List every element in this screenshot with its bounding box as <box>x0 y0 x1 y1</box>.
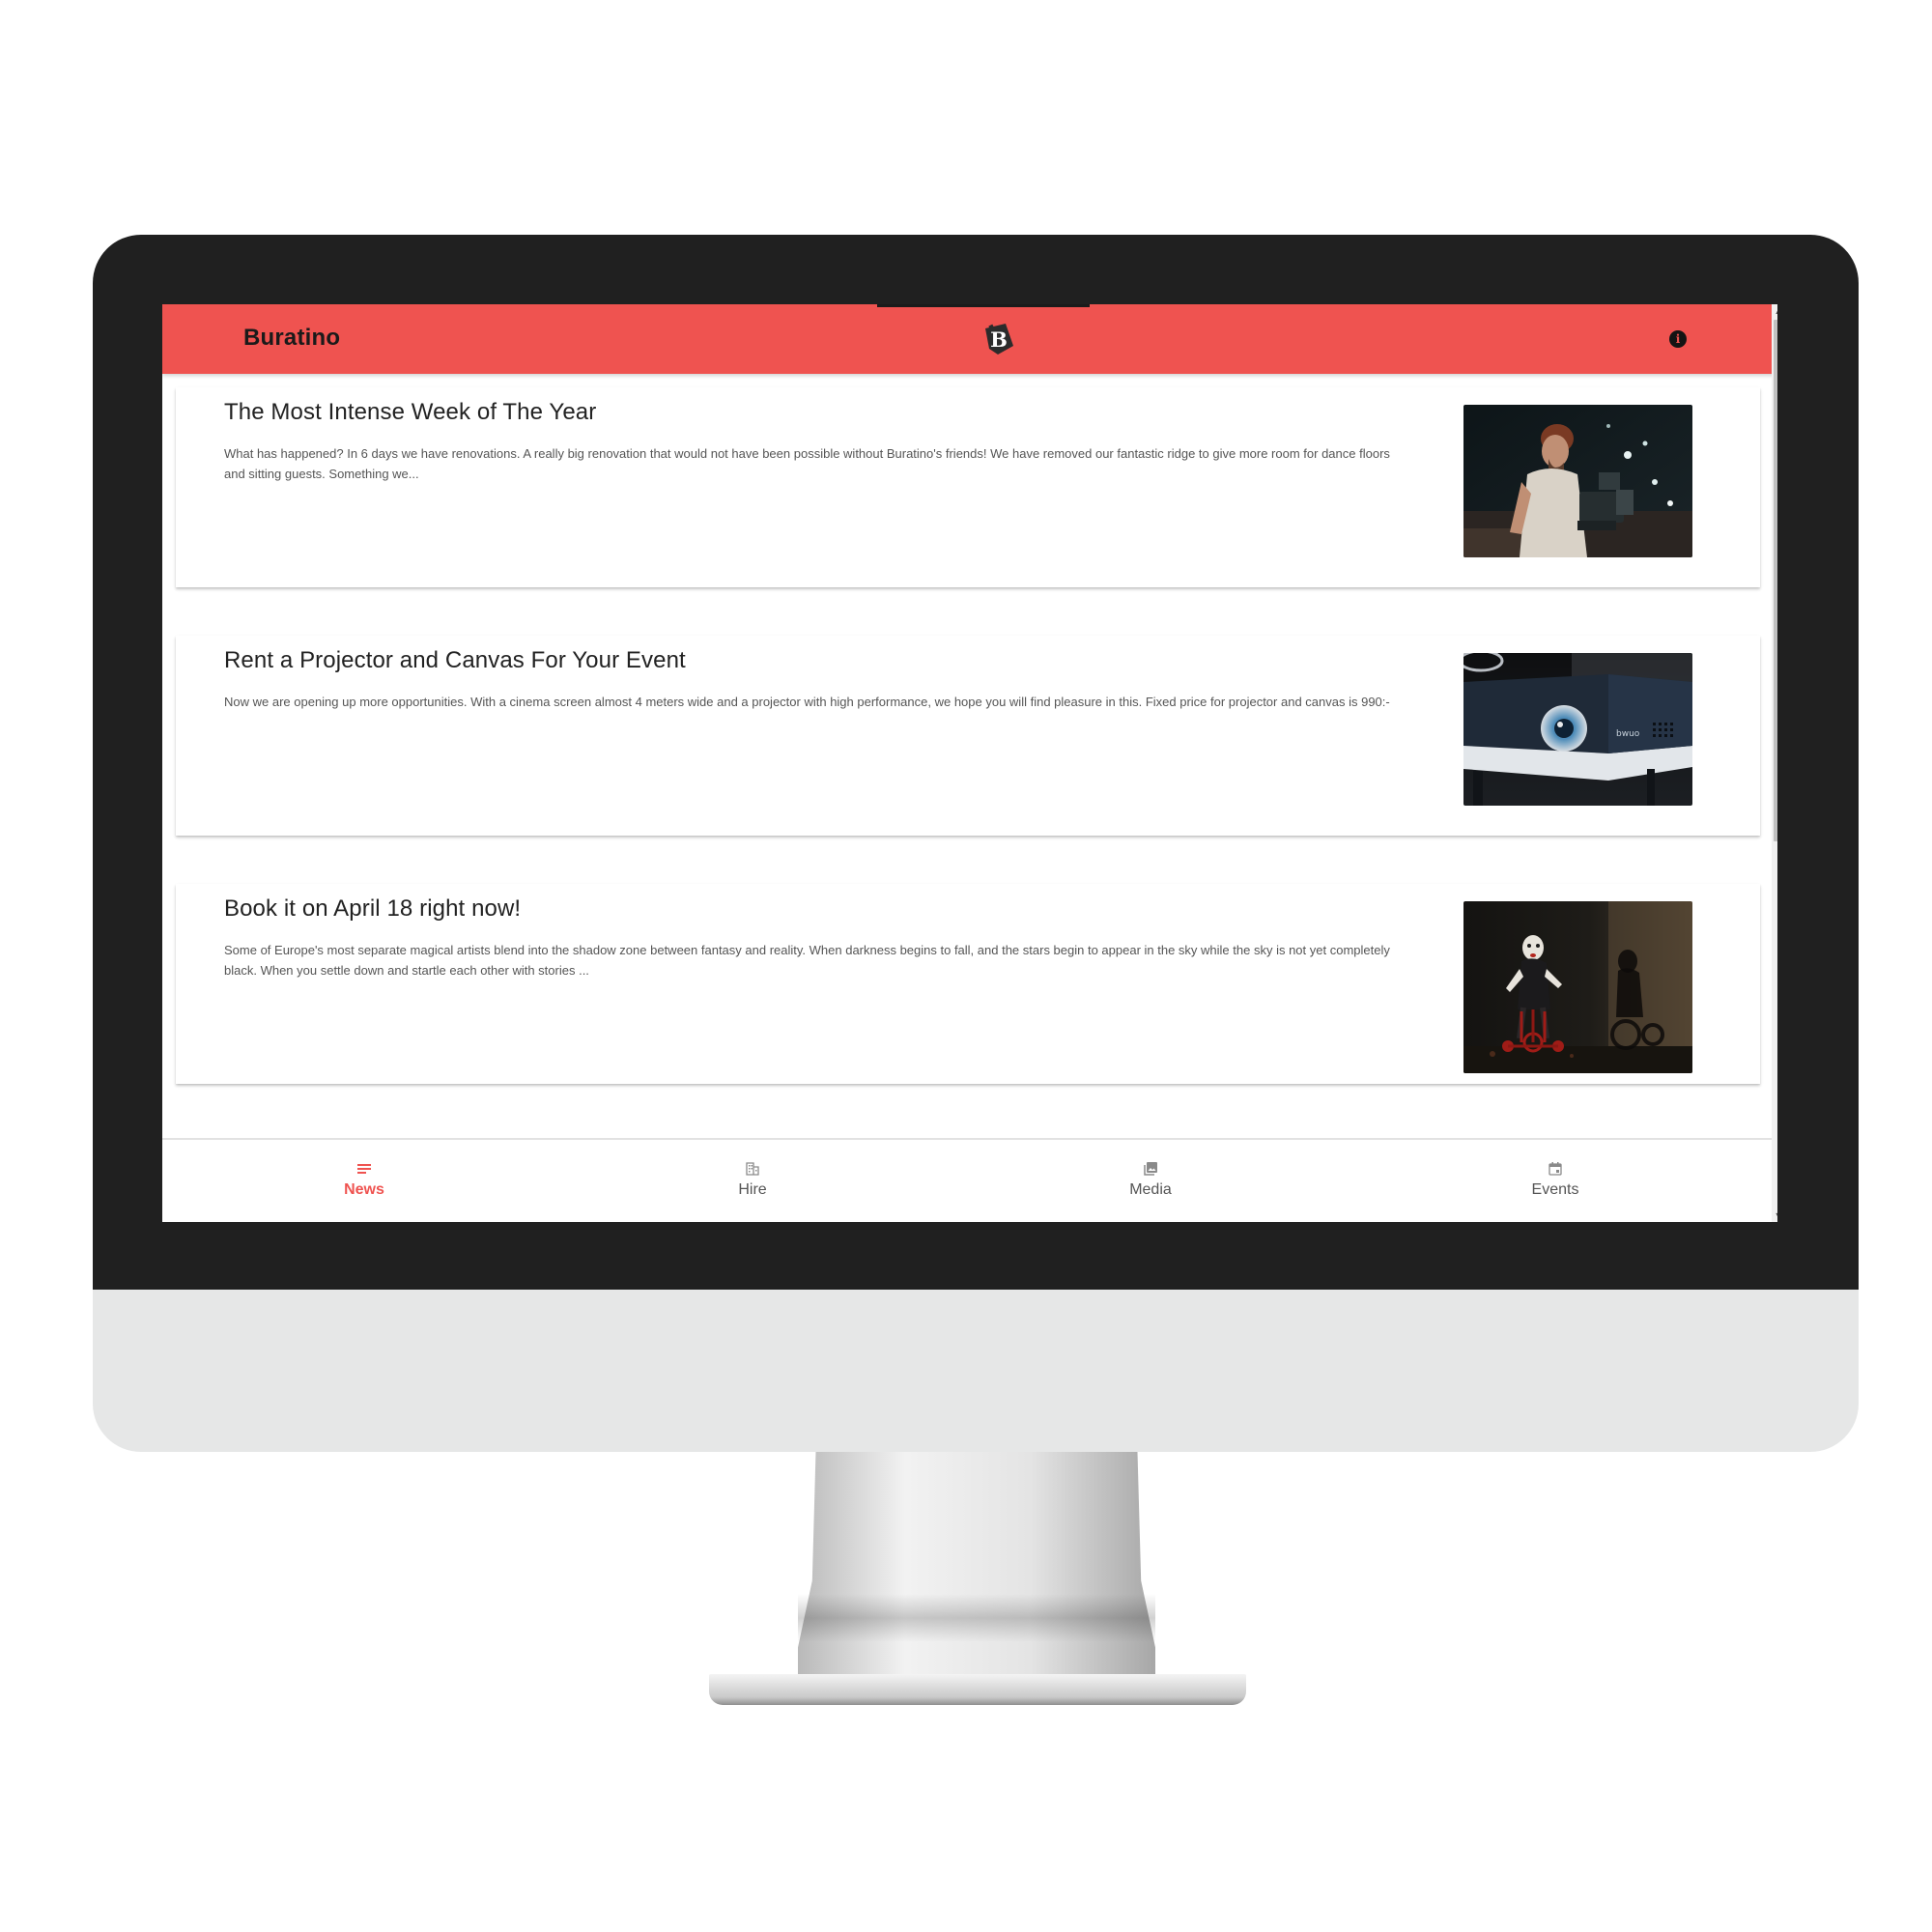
nav-label-hire: Hire <box>738 1181 767 1198</box>
news-card-excerpt: Now we are opening up more opportunities… <box>224 695 1390 709</box>
scroll-down-arrow-icon[interactable]: ▼ <box>1772 1208 1777 1222</box>
projector-brand: bwuo <box>1616 729 1640 739</box>
projector-photo[interactable]: bwuo <box>1463 653 1692 806</box>
nav-tab-media[interactable]: Media <box>1093 1140 1208 1222</box>
news-card[interactable]: The Most Intense Week of The Year What h… <box>176 387 1760 587</box>
nav-tab-hire[interactable]: Hire <box>695 1140 810 1222</box>
nav-tab-news[interactable]: News <box>306 1140 422 1222</box>
calendar-icon <box>1548 1162 1562 1176</box>
photo-library-icon <box>1144 1162 1157 1176</box>
vertical-scrollbar[interactable]: ▲ ▼ <box>1772 304 1777 1222</box>
camera-strip <box>877 304 1090 307</box>
svg-text:B: B <box>990 327 1008 352</box>
bottom-navigation: News Hire Media Events <box>162 1138 1777 1222</box>
buratino-logo-icon[interactable]: B <box>980 320 1018 358</box>
nav-label-news: News <box>344 1181 384 1198</box>
news-list: The Most Intense Week of The Year What h… <box>162 374 1777 1185</box>
building-icon <box>746 1162 759 1176</box>
puppet-on-tricycle-photo[interactable] <box>1463 901 1692 1073</box>
news-card-excerpt: What has happened? In 6 days we have ren… <box>224 446 1390 481</box>
list-icon <box>357 1164 371 1174</box>
man-with-camera-photo[interactable] <box>1463 405 1692 557</box>
app-screen: Buratino B i The Most Intense Week of Th… <box>162 304 1777 1222</box>
scroll-up-arrow-icon[interactable]: ▲ <box>1772 304 1777 318</box>
app-title[interactable]: Buratino <box>243 325 340 352</box>
scrollbar-thumb[interactable] <box>1774 320 1777 841</box>
news-card-title[interactable]: Rent a Projector and Canvas For Your Eve… <box>224 647 686 674</box>
info-icon[interactable]: i <box>1669 330 1687 348</box>
news-card[interactable]: Rent a Projector and Canvas For Your Eve… <box>176 636 1760 836</box>
app-header: Buratino B i <box>162 304 1777 374</box>
news-card-excerpt: Some of Europe's most separate magical a… <box>224 943 1390 978</box>
monitor-stand-foot <box>709 1674 1246 1705</box>
news-card[interactable]: Book it on April 18 right now! Some of E… <box>176 884 1760 1084</box>
news-card-title[interactable]: Book it on April 18 right now! <box>224 895 521 923</box>
news-card-title[interactable]: The Most Intense Week of The Year <box>224 399 596 426</box>
monitor-chin <box>93 1290 1859 1452</box>
monitor-stand-shadow <box>798 1594 1155 1642</box>
nav-label-media: Media <box>1129 1181 1172 1198</box>
nav-label-events: Events <box>1531 1181 1579 1198</box>
nav-tab-events[interactable]: Events <box>1497 1140 1613 1222</box>
